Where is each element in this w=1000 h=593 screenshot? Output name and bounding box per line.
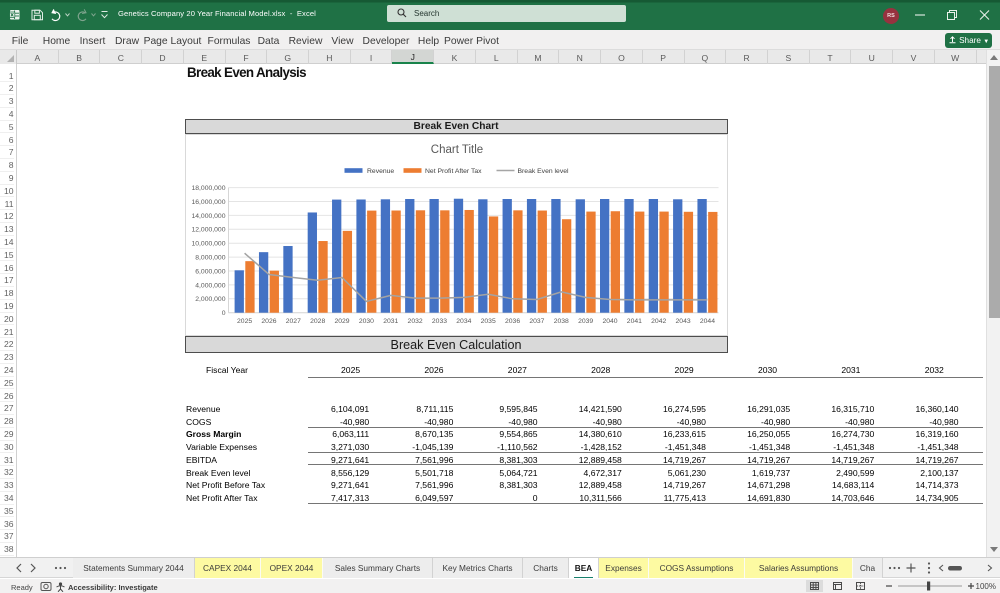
svg-text:Chart Title: Chart Title (430, 144, 482, 156)
svg-text:2028: 2028 (310, 318, 325, 325)
svg-text:2033: 2033 (431, 318, 446, 325)
svg-text:2027: 2027 (285, 318, 300, 325)
svg-text:2030: 2030 (358, 318, 373, 325)
svg-text:2032: 2032 (407, 318, 422, 325)
svg-text:2031: 2031 (383, 318, 398, 325)
svg-text:2034: 2034 (456, 318, 471, 325)
svg-text:Net Profit After Tax: Net Profit After Tax (425, 167, 482, 174)
svg-text:0: 0 (221, 310, 225, 317)
svg-text:2041: 2041 (626, 318, 641, 325)
svg-text:16,000,000: 16,000,000 (191, 198, 225, 205)
svg-text:2029: 2029 (334, 318, 349, 325)
svg-text:4,000,000: 4,000,000 (195, 282, 225, 289)
svg-text:2044: 2044 (699, 318, 714, 325)
svg-text:2025: 2025 (237, 318, 252, 325)
svg-text:2035: 2035 (480, 318, 495, 325)
svg-text:2,000,000: 2,000,000 (195, 296, 225, 303)
svg-text:2043: 2043 (675, 318, 690, 325)
svg-text:Revenue: Revenue (367, 167, 394, 174)
svg-text:18,000,000: 18,000,000 (191, 185, 225, 192)
svg-text:2039: 2039 (578, 318, 593, 325)
svg-text:2040: 2040 (602, 318, 617, 325)
svg-text:2042: 2042 (651, 318, 666, 325)
svg-text:2037: 2037 (529, 318, 544, 325)
svg-text:2036: 2036 (504, 318, 519, 325)
svg-text:12,000,000: 12,000,000 (191, 226, 225, 233)
svg-text:2038: 2038 (553, 318, 568, 325)
svg-text:14,000,000: 14,000,000 (191, 212, 225, 219)
svg-text:6,000,000: 6,000,000 (195, 268, 225, 275)
svg-text:2026: 2026 (261, 318, 276, 325)
svg-text:8,000,000: 8,000,000 (195, 254, 225, 261)
svg-text:Break Even level: Break Even level (517, 167, 568, 174)
svg-text:10,000,000: 10,000,000 (191, 240, 225, 247)
